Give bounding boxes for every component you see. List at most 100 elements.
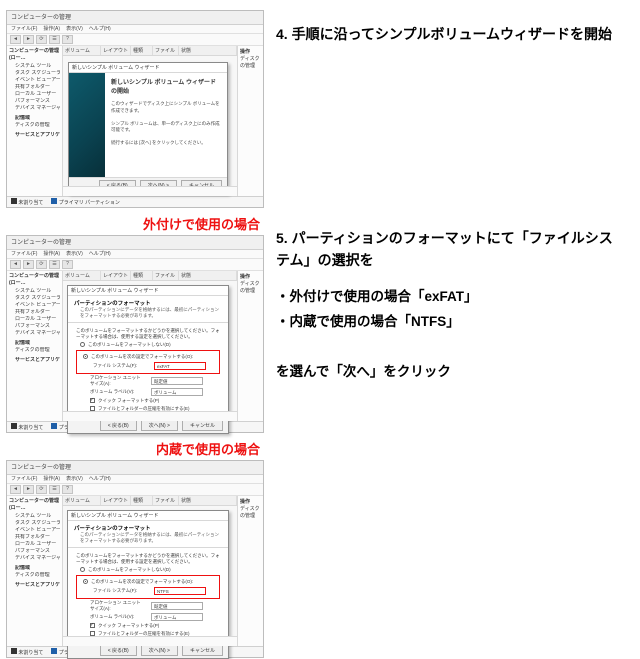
col-type: 種類 <box>131 46 153 55</box>
volume-table-header: ボリューム レイアウト 種類 ファイル 状態 <box>63 46 237 56</box>
tree-item[interactable]: イベント ビューアー <box>9 527 60 534</box>
tree-storage[interactable]: 記憶域 <box>9 340 60 347</box>
tree-disk[interactable]: ディスクの管理 <box>9 572 60 579</box>
menu-view[interactable]: 表示(V) <box>66 250 83 258</box>
tree-item[interactable]: デバイス マネージャー <box>9 105 60 112</box>
toolbar-fwd-icon[interactable]: ► <box>23 485 34 494</box>
menu-file[interactable]: ファイル(F) <box>11 25 37 33</box>
toolbar-back-icon[interactable]: ◄ <box>10 35 21 44</box>
menu-action[interactable]: 操作(A) <box>43 250 60 258</box>
highlight-format-block: このボリュームを次の設定でフォーマットする(O): ファイル システム(F): … <box>76 575 220 599</box>
checkbox-quickformat[interactable] <box>90 623 95 628</box>
volume-table-header: ボリューム レイアウト 種類 ファイル 状態 <box>63 496 237 506</box>
wizard-cancel-button[interactable]: キャンセル <box>182 645 223 656</box>
step5-bullet-external: ・外付けで使用の場合「exFAT」 <box>276 285 614 310</box>
wizard-back-button[interactable]: < 戻る(B) <box>100 645 137 656</box>
tree-sys[interactable]: システム ツール <box>9 513 60 520</box>
toolbar-help-icon[interactable]: ? <box>62 35 73 44</box>
tree-item[interactable]: ローカル ユーザー <box>9 541 60 548</box>
tree-item[interactable]: デバイス マネージャー <box>9 330 60 337</box>
tree-item[interactable]: パフォーマンス <box>9 98 60 105</box>
wizard-format-sub: このパーティションにデータを格納するには、最初にパーティションをフォーマットする… <box>74 532 222 544</box>
window-title: コンピューターの管理 <box>7 236 263 250</box>
actions-head: 操作 <box>240 48 261 55</box>
input-volumelabel[interactable]: ボリューム <box>151 613 203 621</box>
tree-item[interactable]: イベント ビューアー <box>9 302 60 309</box>
input-volumelabel[interactable]: ボリューム <box>151 388 203 396</box>
tree-item[interactable]: 共有フォルダー <box>9 309 60 316</box>
tree-svc[interactable]: サービスとアプリケーション <box>9 582 60 589</box>
step5-bullet-internal: ・内蔵で使用の場合「NTFS」 <box>276 310 614 335</box>
select-filesystem[interactable]: exFAT <box>154 362 206 370</box>
wizard-format-heading: パーティションのフォーマット <box>74 299 222 307</box>
toolbar-refresh-icon[interactable]: ⟳ <box>36 260 47 269</box>
tree-svc[interactable]: サービスとアプリケーション <box>9 357 60 364</box>
tree-item[interactable]: ローカル ユーザー <box>9 91 60 98</box>
tree-item[interactable]: 共有フォルダー <box>9 84 60 91</box>
wizard-format-lead: このボリュームをフォーマットするかどうかを選択してください。フォーマットする場合… <box>76 553 220 565</box>
toolbar-props-icon[interactable]: ☰ <box>49 485 60 494</box>
radio-noformat[interactable] <box>80 342 85 347</box>
toolbar-back-icon[interactable]: ◄ <box>10 485 21 494</box>
tree-storage[interactable]: 記憶域 <box>9 565 60 572</box>
wizard-next-button[interactable]: 次へ(N) > <box>141 645 178 656</box>
menu-file[interactable]: ファイル(F) <box>11 475 37 483</box>
toolbar-fwd-icon[interactable]: ► <box>23 35 34 44</box>
menu-view[interactable]: 表示(V) <box>66 475 83 483</box>
tree-item[interactable]: タスク スケジューラ <box>9 70 60 77</box>
tree-sys[interactable]: システム ツール <box>9 63 60 70</box>
wizard-next-button[interactable]: 次へ(N) > <box>141 420 178 431</box>
disk-graphic-bar <box>63 186 237 196</box>
toolbar-props-icon[interactable]: ☰ <box>49 260 60 269</box>
tree-root[interactable]: コンピューターの管理 (ロー… <box>9 273 60 287</box>
tree-item[interactable]: パフォーマンス <box>9 323 60 330</box>
menu-help[interactable]: ヘルプ(H) <box>89 475 111 483</box>
tree-item[interactable]: パフォーマンス <box>9 548 60 555</box>
radio-format[interactable] <box>83 579 88 584</box>
legend-unalloc-icon <box>11 648 17 654</box>
tree-disk[interactable]: ディスクの管理 <box>9 347 60 354</box>
select-alloc[interactable]: 既定値 <box>151 602 203 610</box>
tree-storage[interactable]: 記憶域 <box>9 115 60 122</box>
menu-bar: ファイル(F) 操作(A) 表示(V) ヘルプ(H) <box>7 475 263 484</box>
tree-item[interactable]: 共有フォルダー <box>9 534 60 541</box>
menu-action[interactable]: 操作(A) <box>43 475 60 483</box>
tree-item[interactable]: イベント ビューアー <box>9 77 60 84</box>
wizard-back-button[interactable]: < 戻る(B) <box>100 420 137 431</box>
col-layout: レイアウト <box>101 46 131 55</box>
toolbar-props-icon[interactable]: ☰ <box>49 35 60 44</box>
menu-help[interactable]: ヘルプ(H) <box>89 250 111 258</box>
wizard-cancel-button[interactable]: キャンセル <box>182 420 223 431</box>
toolbar-fwd-icon[interactable]: ► <box>23 260 34 269</box>
legend-unalloc: 未割り当て <box>18 200 43 206</box>
select-filesystem[interactable]: NTFS <box>154 587 206 595</box>
tree-disk[interactable]: ディスクの管理 <box>9 122 60 129</box>
tree-root[interactable]: コンピューターの管理 (ロー… <box>9 498 60 512</box>
toolbar-back-icon[interactable]: ◄ <box>10 260 21 269</box>
actions-item[interactable]: ディスクの管理 <box>240 55 261 69</box>
tree-root[interactable]: コンピューターの管理 (ロー… <box>9 48 60 62</box>
menu-view[interactable]: 表示(V) <box>66 25 83 33</box>
toolbar-help-icon[interactable]: ? <box>62 485 73 494</box>
menu-action[interactable]: 操作(A) <box>43 25 60 33</box>
tool-bar: ◄ ► ⟳ ☰ ? <box>7 484 263 496</box>
tree-item[interactable]: ローカル ユーザー <box>9 316 60 323</box>
tree-item[interactable]: デバイス マネージャー <box>9 555 60 562</box>
actions-item[interactable]: ディスクの管理 <box>240 505 261 519</box>
menu-help[interactable]: ヘルプ(H) <box>89 25 111 33</box>
tree-item[interactable]: タスク スケジューラ <box>9 295 60 302</box>
radio-format[interactable] <box>83 354 88 359</box>
tree-sys[interactable]: システム ツール <box>9 288 60 295</box>
tree-svc[interactable]: サービスとアプリケーション <box>9 132 60 139</box>
radio-noformat[interactable] <box>80 567 85 572</box>
tree-item[interactable]: タスク スケジューラ <box>9 520 60 527</box>
menu-file[interactable]: ファイル(F) <box>11 250 37 258</box>
toolbar-refresh-icon[interactable]: ⟳ <box>36 35 47 44</box>
label-volumelabel: ボリューム ラベル(V): <box>90 389 145 395</box>
actions-item[interactable]: ディスクの管理 <box>240 280 261 294</box>
checkbox-quickformat[interactable] <box>90 398 95 403</box>
toolbar-refresh-icon[interactable]: ⟳ <box>36 485 47 494</box>
toolbar-help-icon[interactable]: ? <box>62 260 73 269</box>
wizard-heading: 新しいシンプル ボリューム ウィザードの開始 <box>111 77 221 95</box>
select-alloc[interactable]: 既定値 <box>151 377 203 385</box>
